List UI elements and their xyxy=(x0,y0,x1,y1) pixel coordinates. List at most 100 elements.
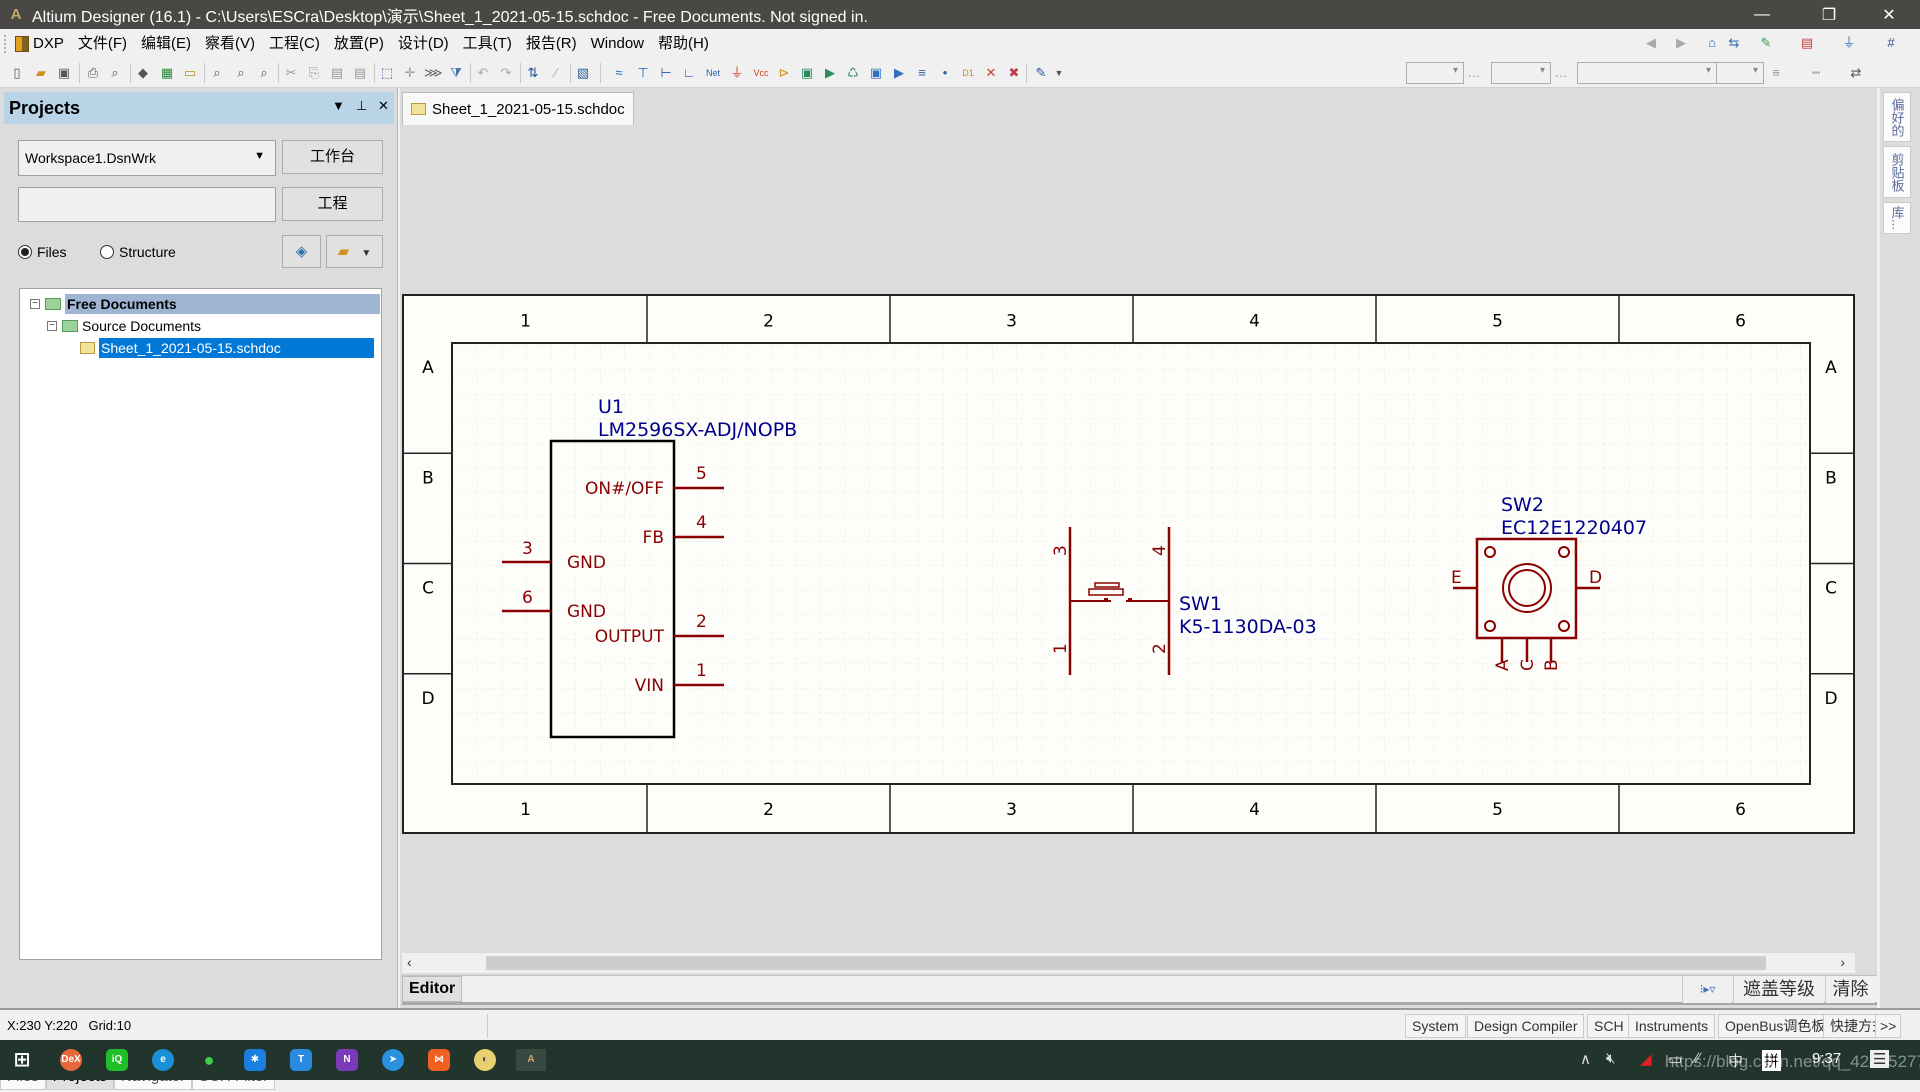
bus-icon[interactable]: ⊤ xyxy=(634,64,652,82)
bus-entry-icon[interactable]: ⊢ xyxy=(657,64,675,82)
close-button[interactable]: ✕ xyxy=(1860,0,1918,29)
collapse-icon[interactable]: − xyxy=(30,299,40,309)
visible-grid-combo[interactable] xyxy=(1491,62,1551,84)
editor-tab[interactable]: Editor xyxy=(402,976,463,1002)
workspace-button[interactable]: 工作台 xyxy=(282,140,383,174)
tab-libraries[interactable]: 库... xyxy=(1883,202,1911,234)
replace-icon[interactable]: ▣ xyxy=(867,64,885,82)
restore-button[interactable]: ❐ xyxy=(1800,0,1858,29)
print-preview-icon[interactable]: ⌕ xyxy=(106,64,124,82)
clear-filter-icon[interactable]: ⧩ xyxy=(447,64,465,82)
more-icon[interactable]: ... xyxy=(1468,66,1481,80)
workspace-combo[interactable]: Workspace1.DsnWrk ▼ xyxy=(18,140,276,176)
iqiyi-icon[interactable]: iQ xyxy=(106,1049,128,1071)
schematic-sheet[interactable]: 112233445566AABBCCDD U1 LM2596SX-ADJ/NOP… xyxy=(402,294,1855,834)
save-icon[interactable]: ▣ xyxy=(55,64,73,82)
collapse-icon[interactable]: − xyxy=(47,321,57,331)
edge-icon[interactable]: e xyxy=(152,1049,174,1071)
wire-icon[interactable]: ≈ xyxy=(610,64,628,82)
sheet-entry-icon[interactable]: ▶ xyxy=(821,64,839,82)
menu-edit[interactable]: 编辑(E) xyxy=(134,29,198,58)
open-project-button[interactable]: ▰ ▼ xyxy=(326,235,383,268)
back-icon[interactable]: ◀ xyxy=(1642,34,1660,52)
c-code-symbol-icon[interactable]: ▶ xyxy=(890,64,908,82)
project-button[interactable]: 工程 xyxy=(282,187,383,221)
open-icon[interactable]: ▰ xyxy=(32,64,50,82)
port-icon[interactable]: ≡ xyxy=(913,64,931,82)
compile-mask-icon[interactable]: ✖ xyxy=(1005,64,1023,82)
bulb-app-icon[interactable]: ◐ xyxy=(474,1049,496,1071)
forward-icon[interactable]: ▶ xyxy=(1672,34,1690,52)
menu-project[interactable]: 工程(C) xyxy=(262,29,327,58)
device-sheet-icon[interactable]: ♺ xyxy=(844,64,862,82)
status-more-button[interactable]: >> xyxy=(1875,1014,1902,1038)
chevron-down-icon[interactable]: ▼ xyxy=(1050,64,1068,82)
swap-icon[interactable]: ⇄ xyxy=(1847,64,1865,82)
menu-view[interactable]: 察看(V) xyxy=(198,29,262,58)
part-icon[interactable]: ⊳ xyxy=(775,64,793,82)
move-icon[interactable]: ✛ xyxy=(401,64,419,82)
sheet-icon[interactable]: ▭ xyxy=(181,64,199,82)
redo-icon[interactable]: ↷ xyxy=(497,64,515,82)
zoom-fit-icon[interactable]: ⌕ xyxy=(208,64,226,82)
align-icon[interactable]: ▤ xyxy=(1798,34,1816,52)
tree-item-free-documents[interactable]: − Free Documents xyxy=(30,294,380,314)
mask-filter-icon[interactable]: ⁝▸▿ xyxy=(1682,976,1732,1003)
tray-app-icon[interactable]: ◢ xyxy=(1640,1050,1652,1068)
print-icon[interactable]: ⎙ xyxy=(84,64,102,82)
refresh-doc-icon[interactable]: ⇆ xyxy=(1725,34,1743,52)
menu-place[interactable]: 放置(P) xyxy=(327,29,391,58)
browse-library-icon[interactable]: ▧ xyxy=(574,64,592,82)
line-width-icon[interactable]: ≡ xyxy=(1767,64,1785,82)
line-style-icon[interactable]: ┅ xyxy=(1807,64,1825,82)
status-instruments-button[interactable]: Instruments xyxy=(1628,1014,1716,1038)
feishu-icon[interactable]: ➤ xyxy=(382,1049,404,1071)
scroll-left-icon[interactable]: ‹ xyxy=(407,954,412,970)
translate-icon[interactable]: T xyxy=(290,1049,312,1071)
design-ruler-icon[interactable]: ✎ xyxy=(1757,34,1775,52)
net-label-icon[interactable]: Net xyxy=(702,64,724,82)
grid-icon[interactable]: # xyxy=(1882,34,1900,52)
status-sch-button[interactable]: SCH xyxy=(1587,1014,1631,1038)
windows-start-icon[interactable]: ⊞ xyxy=(11,1049,33,1071)
ground-icon[interactable]: ⏚ xyxy=(1840,34,1858,52)
dex-icon[interactable]: DeX xyxy=(60,1049,82,1071)
new-document-icon[interactable]: ▯ xyxy=(8,64,26,82)
menu-file[interactable]: 文件(F) xyxy=(71,29,134,58)
undo-icon[interactable]: ↶ xyxy=(474,64,492,82)
tree-item-schdoc[interactable]: Sheet_1_2021-05-15.schdoc xyxy=(80,338,374,358)
star-app-icon[interactable]: ✱ xyxy=(244,1049,266,1071)
compile-icon[interactable]: ◆ xyxy=(134,64,152,82)
vcc-port-icon[interactable]: Vcc xyxy=(752,64,770,82)
board-icon[interactable]: ▦ xyxy=(158,64,176,82)
status-system-button[interactable]: System xyxy=(1405,1014,1466,1038)
menu-reports[interactable]: 报告(R) xyxy=(519,29,584,58)
tab-favorites[interactable]: 偏好的 xyxy=(1883,92,1911,142)
zoom-selected-icon[interactable]: ⌕ xyxy=(255,64,273,82)
menu-dxp[interactable]: DXP xyxy=(8,29,71,58)
document-tab[interactable]: Sheet_1_2021-05-15.schdoc xyxy=(402,92,634,125)
scrollbar-thumb[interactable] xyxy=(486,956,1766,970)
panel-menu-icon[interactable]: ▼ xyxy=(332,98,345,113)
font-size-combo[interactable] xyxy=(1716,62,1764,84)
menu-window[interactable]: Window xyxy=(584,29,651,58)
tab-clipboard[interactable]: 剪贴板 xyxy=(1883,146,1911,198)
app-orange-icon[interactable]: ⋈ xyxy=(428,1049,450,1071)
clear-button[interactable]: 清除 xyxy=(1825,976,1875,1003)
signal-harness-icon[interactable]: D1 xyxy=(959,64,977,82)
copy-icon[interactable]: ⎘ xyxy=(305,64,323,82)
sheet-symbol-icon[interactable]: ▣ xyxy=(798,64,816,82)
horizontal-scrollbar[interactable]: ‹ › xyxy=(402,953,1855,973)
hierarchy-icon[interactable]: ⇅ xyxy=(524,64,542,82)
menu-design[interactable]: 设计(D) xyxy=(391,29,456,58)
select-cross-icon[interactable]: ⋙ xyxy=(424,64,443,82)
mask-level-button[interactable]: 遮盖等级 xyxy=(1733,976,1824,1003)
harness-icon[interactable]: ∟ xyxy=(680,64,698,82)
cut-icon[interactable]: ✂ xyxy=(282,64,300,82)
zoom-area-icon[interactable]: ⌕ xyxy=(232,64,250,82)
altium-taskbar-icon[interactable]: A xyxy=(516,1049,546,1071)
minimize-button[interactable]: — xyxy=(1733,0,1791,29)
snap-combo[interactable] xyxy=(1406,62,1464,84)
more-icon[interactable]: ... xyxy=(1555,66,1568,80)
status-design-compiler-button[interactable]: Design Compiler xyxy=(1467,1014,1585,1038)
